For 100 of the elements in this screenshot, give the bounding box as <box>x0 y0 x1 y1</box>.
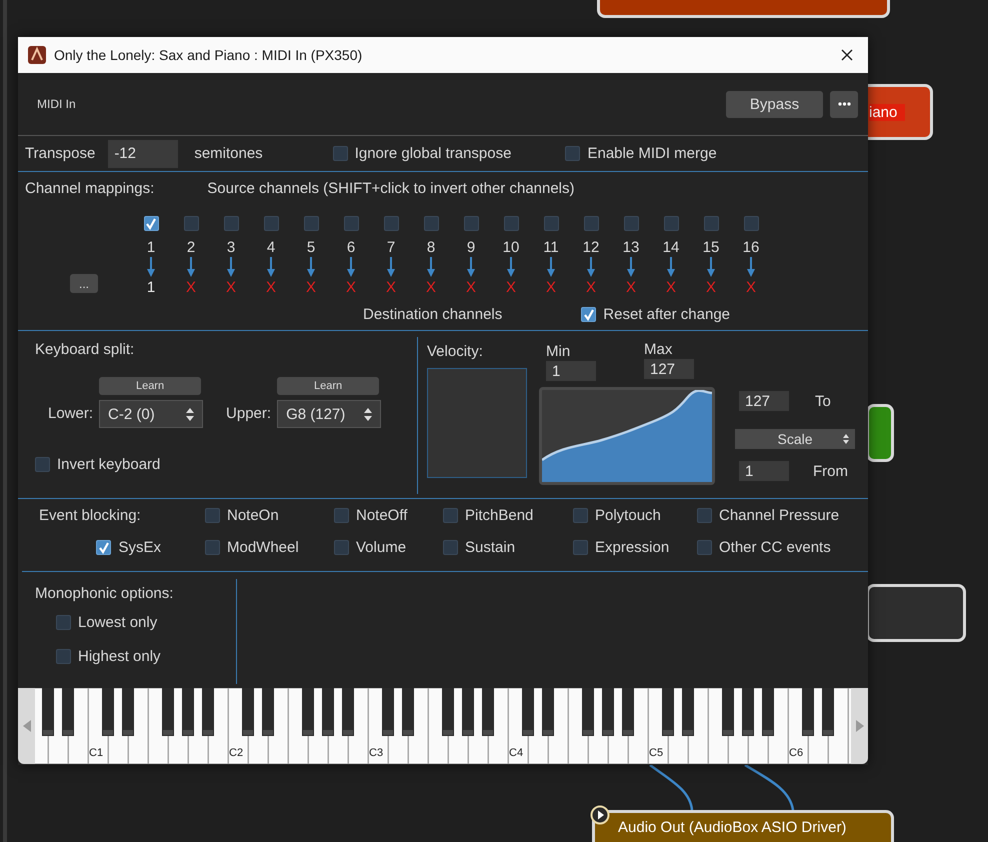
checkbox[interactable] <box>544 216 558 231</box>
checkbox[interactable] <box>573 508 588 523</box>
down-arrow-icon <box>147 257 155 277</box>
piano-keyboard-drawing[interactable] <box>35 688 851 764</box>
scale-select[interactable]: Scale <box>735 429 855 449</box>
to-label: To <box>815 392 831 410</box>
checkbox[interactable] <box>697 540 712 555</box>
octave-label: C5 <box>649 747 664 759</box>
checkbox[interactable] <box>334 508 349 523</box>
scroll-right-icon[interactable] <box>856 720 864 732</box>
note-select[interactable]: C-2 (0) <box>99 400 204 428</box>
node-box[interactable] <box>597 0 890 18</box>
bypass-button[interactable]: Bypass <box>726 90 823 118</box>
checkbox[interactable] <box>565 146 580 161</box>
down-arrow-icon <box>747 257 755 277</box>
channel-number: 6 <box>346 239 356 257</box>
checkbox[interactable] <box>56 615 71 630</box>
down-arrow-icon <box>587 257 595 277</box>
checkbox[interactable] <box>624 216 638 231</box>
checkbox[interactable] <box>664 216 678 231</box>
to-field[interactable]: 127 <box>739 391 789 411</box>
down-arrow-icon <box>707 257 715 277</box>
node-box[interactable] <box>592 810 894 842</box>
checkbox[interactable] <box>205 508 220 523</box>
checkbox[interactable] <box>584 216 598 231</box>
checkbox[interactable] <box>704 216 718 231</box>
checkbox[interactable] <box>443 540 458 555</box>
down-arrow-icon <box>187 257 195 277</box>
checkbox[interactable] <box>332 146 348 161</box>
transpose-field[interactable]: -12 <box>108 140 178 168</box>
stepper-icon <box>363 408 374 420</box>
channel-number: 2 <box>186 239 196 257</box>
destination-channel: X <box>306 279 316 297</box>
checkbox-label: NoteOn <box>227 507 279 524</box>
checkbox[interactable] <box>96 540 112 555</box>
channel-number: 16 <box>742 239 760 257</box>
channel-number: 10 <box>502 239 520 257</box>
checkbox[interactable] <box>504 216 518 231</box>
checkbox[interactable] <box>184 216 198 231</box>
destination-channel: X <box>746 279 756 297</box>
from-field[interactable]: 1 <box>739 461 789 481</box>
channel-number: 5 <box>306 239 316 257</box>
checkbox-label: ModWheel <box>227 539 299 556</box>
checkbox-label: SysEx <box>118 539 161 556</box>
checkbox[interactable] <box>334 540 349 555</box>
node-label: Audio Out (AudioBox ASIO Driver) <box>618 819 846 836</box>
range-label: Lower: <box>48 405 94 422</box>
learn-button[interactable]: Learn <box>99 377 202 395</box>
checkbox[interactable] <box>224 216 238 231</box>
checkbox[interactable] <box>35 457 50 472</box>
octave-label: C2 <box>229 747 244 759</box>
destination-channel: X <box>506 279 516 297</box>
destination-channel: X <box>266 279 276 297</box>
checkbox[interactable] <box>744 216 758 231</box>
destination-channel: X <box>546 279 556 297</box>
checkbox[interactable] <box>443 508 458 523</box>
checkbox[interactable] <box>464 216 478 231</box>
transpose-label: Transpose <box>25 145 96 162</box>
checkbox-label: Highest only <box>78 648 161 665</box>
checkbox[interactable] <box>384 216 398 231</box>
channel-number: 7 <box>386 239 396 257</box>
down-arrow-icon <box>227 257 235 277</box>
down-arrow-icon <box>427 257 435 277</box>
destination-channel: 1 <box>146 279 156 297</box>
checkbox-label: Invert keyboard <box>57 456 160 473</box>
destination-channel: X <box>666 279 676 297</box>
checkbox-label: Expression <box>595 539 670 556</box>
more-button[interactable] <box>830 90 858 118</box>
checkbox[interactable] <box>144 216 158 231</box>
checkbox[interactable] <box>424 216 438 231</box>
learn-button[interactable]: Learn <box>277 377 380 395</box>
down-arrow-icon <box>547 257 555 277</box>
min-field[interactable]: 1 <box>546 361 596 381</box>
node-box[interactable] <box>866 404 894 462</box>
destination-channel: X <box>186 279 196 297</box>
min-label: Min <box>546 343 572 360</box>
note-select[interactable]: G8 (127) <box>277 400 382 428</box>
section-label: Monophonic options: <box>35 585 174 602</box>
checkbox[interactable] <box>581 307 596 322</box>
more-button[interactable]: ... <box>70 274 98 293</box>
checkbox[interactable] <box>264 216 278 231</box>
close-icon[interactable] <box>840 48 854 62</box>
node-label: iano <box>869 104 906 121</box>
checkbox[interactable] <box>205 540 220 555</box>
checkbox[interactable] <box>56 649 71 664</box>
stepper-icon <box>843 434 849 444</box>
destination-channel: X <box>226 279 236 297</box>
channel-number: 8 <box>426 239 436 257</box>
octave-label: C6 <box>789 747 804 759</box>
octave-label: C1 <box>89 747 104 759</box>
checkbox[interactable] <box>573 540 588 555</box>
scroll-left-icon[interactable] <box>22 720 30 732</box>
checkbox[interactable] <box>697 508 712 523</box>
checkbox[interactable] <box>344 216 358 231</box>
max-field[interactable]: 127 <box>644 359 694 379</box>
down-arrow-icon <box>307 257 315 277</box>
down-arrow-icon <box>347 257 355 277</box>
velocity-label: Velocity: <box>427 343 484 360</box>
checkbox[interactable] <box>304 216 318 231</box>
node-box[interactable] <box>866 584 966 642</box>
